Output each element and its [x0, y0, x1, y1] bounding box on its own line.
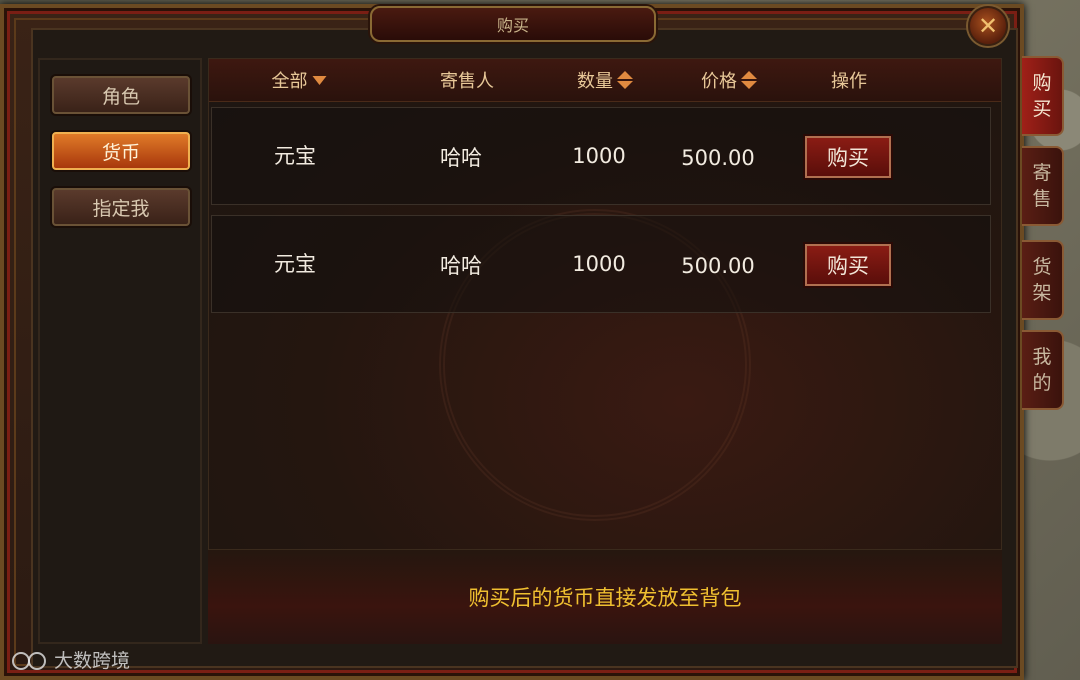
header-action-label: 操作	[831, 71, 867, 92]
listing-table: 全部 寄售人 数量 价格 操作 元宝 哈哈 1000 500.00 购买 元宝 …	[208, 58, 1002, 550]
tab-mine[interactable]: 我 的	[1022, 330, 1064, 410]
sidebar-item-assigned-to-me[interactable]: 指定我	[52, 188, 190, 226]
sidebar-item-label: 货币	[101, 141, 140, 164]
header-category-label: 全部	[271, 71, 308, 92]
notice-text: 购买后的货币直接发放至背包	[468, 586, 742, 610]
tab-consign[interactable]: 寄 售	[1022, 146, 1064, 226]
seller-name: 哈哈	[440, 146, 482, 170]
category-sidebar: 角色 货币 指定我	[38, 58, 202, 644]
item-name: 元宝	[274, 144, 316, 168]
quantity-value: 1000	[572, 252, 626, 276]
tab-label: 购	[1032, 72, 1052, 94]
tab-buy[interactable]: 购 买	[1022, 56, 1064, 136]
sidebar-item-label: 指定我	[92, 197, 150, 220]
table-header: 全部 寄售人 数量 价格 操作	[209, 59, 1001, 102]
header-price-label: 价格	[701, 71, 737, 92]
tab-label: 买	[1032, 98, 1052, 120]
table-row: 元宝 哈哈 1000 500.00 购买	[211, 215, 991, 313]
watermark-logo-icon	[8, 648, 48, 672]
sort-icon	[741, 71, 757, 89]
sidebar-item-currency[interactable]: 货币	[52, 132, 190, 170]
table-row: 元宝 哈哈 1000 500.00 购买	[211, 107, 991, 205]
close-button[interactable]: ✕	[968, 6, 1008, 46]
seller-name: 哈哈	[440, 254, 482, 278]
sort-icon	[617, 71, 633, 89]
header-action: 操作	[831, 59, 867, 101]
tab-label: 货	[1032, 256, 1052, 278]
notice-bar: 购买后的货币直接发放至背包	[208, 550, 1002, 644]
close-icon: ✕	[977, 12, 999, 40]
tab-label: 的	[1032, 372, 1052, 394]
quantity-value: 1000	[572, 144, 626, 168]
header-seller: 寄售人	[440, 59, 494, 101]
item-name: 元宝	[274, 252, 316, 276]
tab-label: 寄	[1032, 162, 1052, 184]
price-value: 500.00	[681, 146, 755, 170]
dropdown-arrow-icon	[312, 75, 327, 85]
buy-button[interactable]: 购买	[805, 244, 891, 286]
tab-label: 架	[1032, 282, 1052, 304]
watermark: 大数跨境	[8, 646, 130, 673]
watermark-text: 大数跨境	[54, 650, 131, 672]
header-price-sort[interactable]: 价格	[701, 59, 757, 101]
buy-button[interactable]: 购买	[805, 136, 891, 178]
header-category-filter[interactable]: 全部	[272, 59, 327, 101]
dialog-title: 购买	[496, 16, 529, 35]
header-seller-label: 寄售人	[440, 71, 494, 92]
sidebar-item-label: 角色	[101, 85, 140, 108]
header-quantity-sort[interactable]: 数量	[577, 59, 633, 101]
tab-label: 售	[1032, 188, 1052, 210]
tab-label: 我	[1032, 346, 1052, 368]
tab-shelf[interactable]: 货 架	[1022, 240, 1064, 320]
dialog-title-plate: 购买	[370, 6, 656, 42]
sidebar-item-role[interactable]: 角色	[52, 76, 190, 114]
header-quantity-label: 数量	[577, 71, 613, 92]
price-value: 500.00	[681, 254, 755, 278]
